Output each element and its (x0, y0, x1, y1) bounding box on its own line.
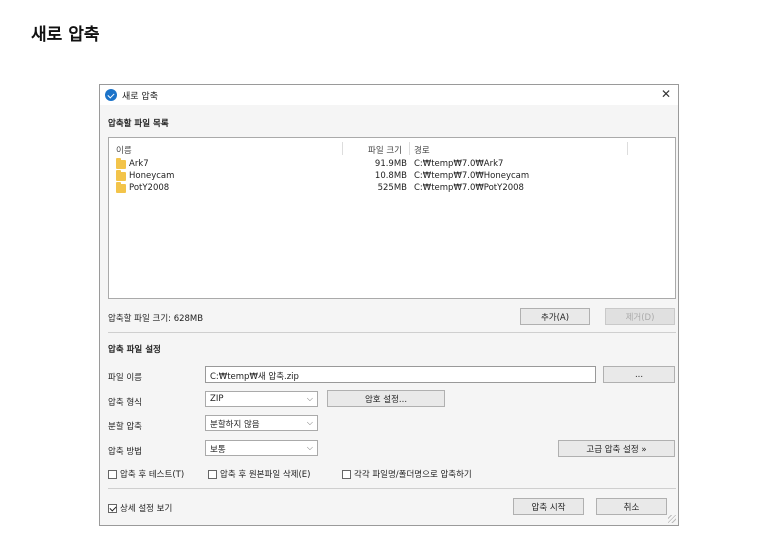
folder-icon (116, 182, 126, 193)
file-size: 10.8MB (374, 171, 407, 181)
chevron-down-icon: ⌵ (306, 443, 313, 452)
test-after-checkbox[interactable]: 압축 후 테스트(T) (108, 468, 184, 480)
title-bar: 새로 압축 ✕ (100, 85, 678, 105)
file-name: Honeycam (129, 171, 175, 181)
password-button[interactable]: 암호 설정... (327, 390, 445, 407)
split-label: 분할 압축 (108, 422, 142, 432)
file-size: 91.9MB (374, 159, 407, 169)
browse-button[interactable]: ... (603, 366, 675, 383)
split-select[interactable]: 분할하지 않음 ⌵ (205, 415, 318, 431)
file-name-label: 파일 이름 (108, 373, 142, 383)
delete-original-label: 압축 후 원본파일 삭제(E) (220, 470, 311, 480)
column-divider (342, 142, 343, 155)
column-header-path[interactable]: 경로 (414, 144, 430, 156)
folder-icon (116, 158, 126, 169)
format-label: 압축 형식 (108, 398, 142, 408)
folder-icon (116, 170, 126, 181)
compress-each-label: 각각 파일명/폴더명으로 압축하기 (354, 470, 472, 480)
delete-original-checkbox[interactable]: 압축 후 원본파일 삭제(E) (208, 468, 311, 480)
cancel-button[interactable]: 취소 (596, 498, 667, 515)
show-details-label: 상세 설정 보기 (120, 504, 173, 514)
method-select[interactable]: 보통 ⌵ (205, 440, 318, 456)
method-value: 보통 (210, 445, 226, 455)
checkbox-checked-icon (108, 503, 117, 513)
dialog-title: 새로 압축 (122, 92, 158, 102)
show-details-checkbox[interactable]: 상세 설정 보기 (108, 502, 172, 514)
file-path: C:₩temp₩7.0₩Ark7 (414, 159, 504, 169)
add-button[interactable]: 추가(A) (520, 308, 590, 325)
settings-section-label: 압축 파일 설정 (108, 345, 161, 355)
file-path: C:₩temp₩7.0₩PotY2008 (414, 183, 524, 193)
file-row[interactable]: PotY2008 525MB C:₩temp₩7.0₩PotY2008 (109, 182, 675, 195)
app-logo-icon (105, 89, 117, 101)
checkbox-icon (342, 469, 351, 479)
divider (108, 332, 676, 333)
file-name: PotY2008 (129, 183, 170, 193)
checkbox-icon (208, 469, 217, 479)
file-name: Ark7 (129, 159, 149, 169)
file-row[interactable]: Honeycam 10.8MB C:₩temp₩7.0₩Honeycam (109, 170, 675, 183)
total-size-label: 압축할 파일 크기: 628MB (108, 314, 204, 324)
divider (108, 488, 676, 489)
remove-button[interactable]: 제거(D) (605, 308, 675, 325)
file-size: 525MB (377, 183, 407, 193)
start-compress-button[interactable]: 압축 시작 (513, 498, 584, 515)
chevron-down-icon: ⌵ (306, 418, 313, 427)
advanced-settings-button[interactable]: 고급 압축 설정 » (558, 440, 675, 457)
method-label: 압축 방법 (108, 447, 142, 457)
close-icon[interactable]: ✕ (661, 87, 671, 101)
column-header-name[interactable]: 이름 (116, 144, 132, 156)
test-after-label: 압축 후 테스트(T) (120, 470, 185, 480)
file-list-section-label: 압축할 파일 목록 (108, 119, 169, 129)
column-divider (627, 142, 628, 155)
column-header-size[interactable]: 파일 크기 (368, 144, 402, 156)
file-list[interactable]: 이름 파일 크기 경로 Ark7 91.9MB C:₩temp₩7.0₩Ark7… (108, 137, 676, 299)
format-value: ZIP (210, 394, 224, 404)
file-path: C:₩temp₩7.0₩Honeycam (414, 171, 530, 181)
checkbox-icon (108, 469, 117, 479)
new-archive-dialog: 새로 압축 ✕ 압축할 파일 목록 이름 파일 크기 경로 Ark7 91.9M… (99, 84, 679, 526)
file-name-input[interactable]: C:₩temp₩새 압축.zip (205, 366, 596, 383)
column-divider (409, 142, 410, 155)
split-value: 분할하지 않음 (210, 420, 260, 430)
chevron-down-icon: ⌵ (306, 394, 313, 403)
resize-grip-icon[interactable] (668, 515, 676, 523)
file-row[interactable]: Ark7 91.9MB C:₩temp₩7.0₩Ark7 (109, 158, 675, 171)
format-select[interactable]: ZIP ⌵ (205, 391, 318, 407)
page-heading: 새로 압축 (31, 25, 100, 45)
compress-each-checkbox[interactable]: 각각 파일명/폴더명으로 압축하기 (342, 468, 472, 480)
